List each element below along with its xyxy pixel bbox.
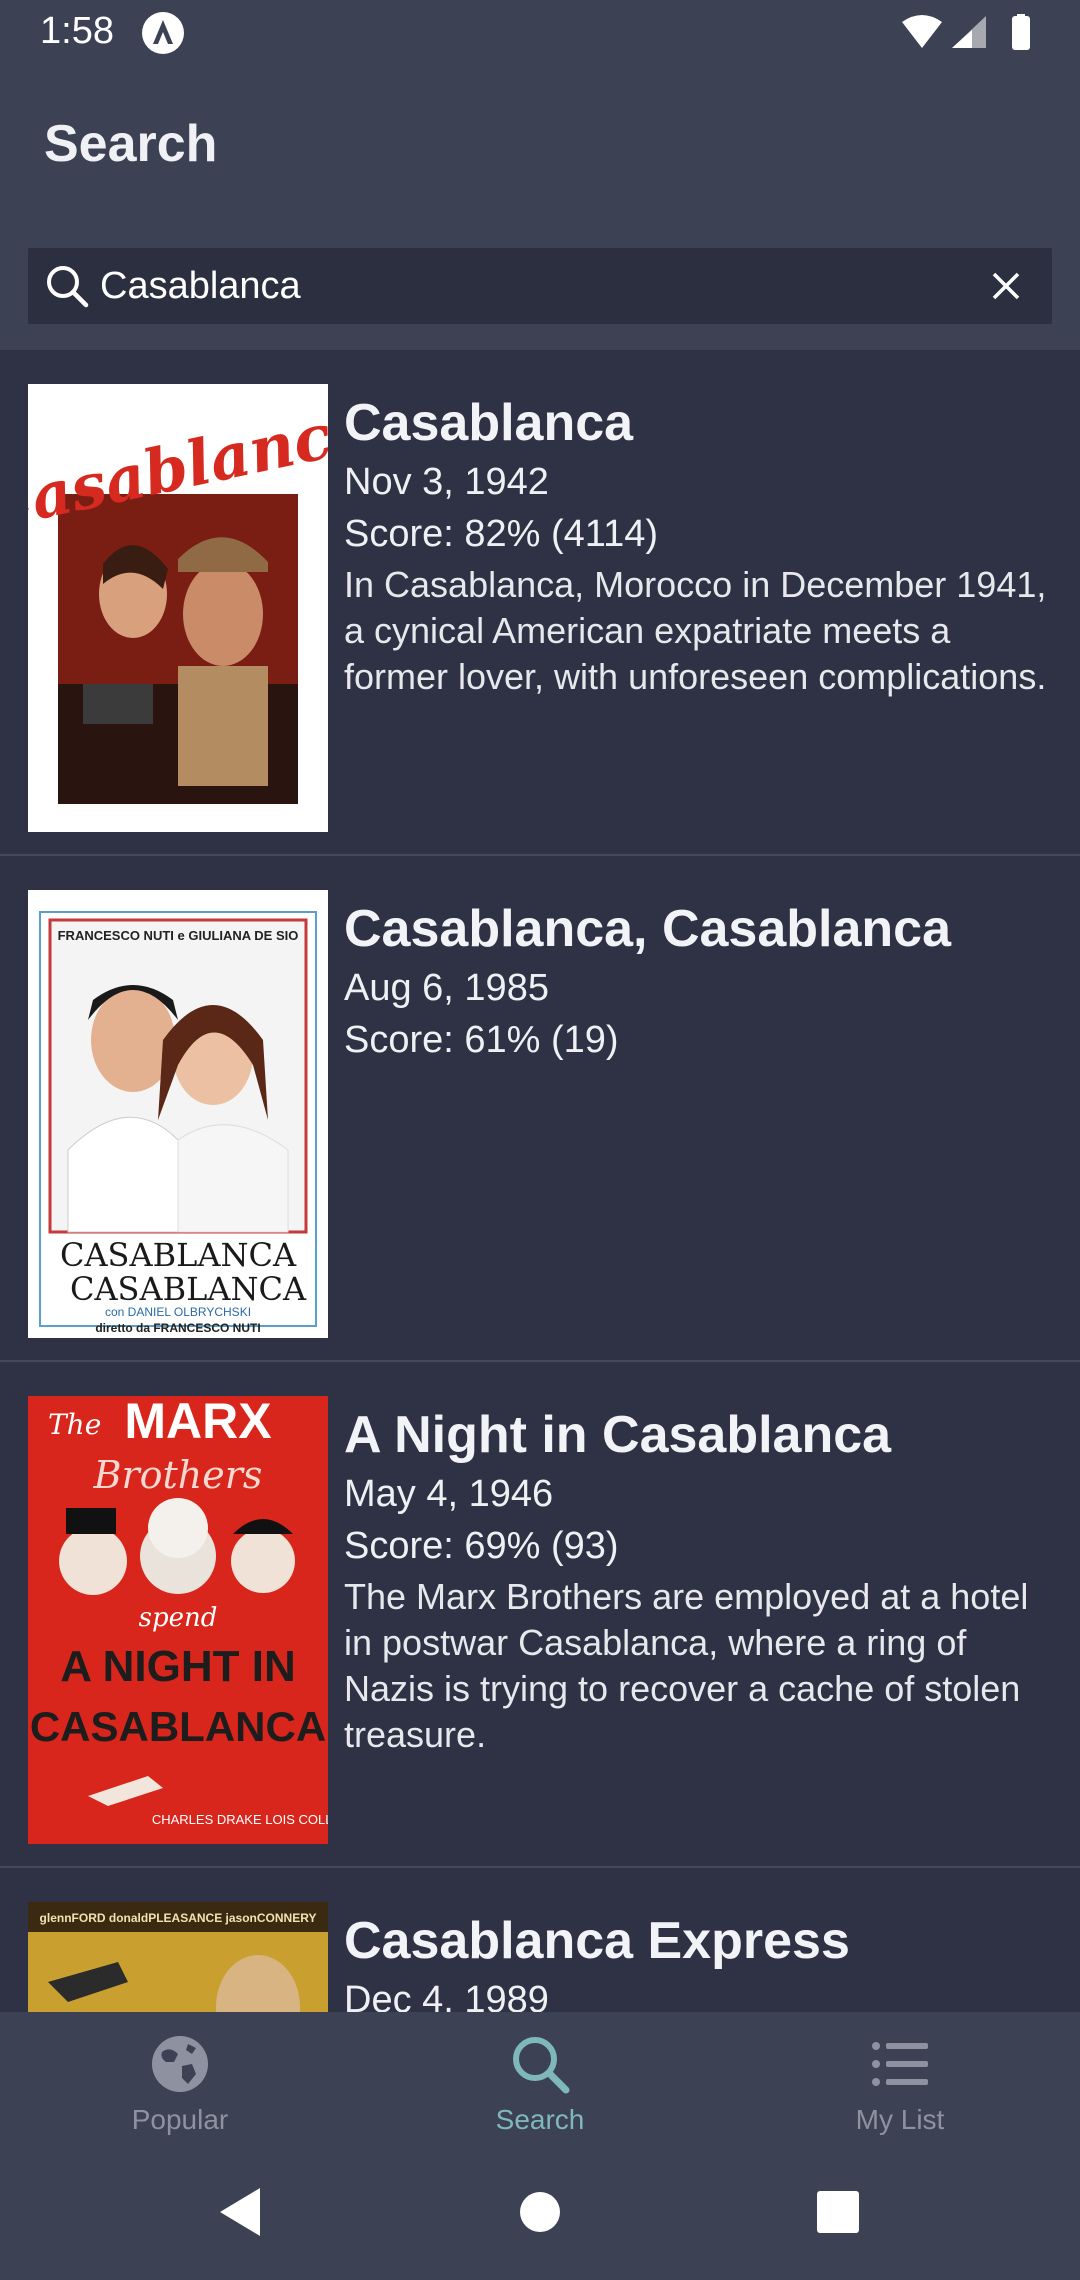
search-icon xyxy=(508,2032,572,2096)
movie-title: Casablanca xyxy=(344,394,634,452)
list-item[interactable]: FRANCESCO NUTI e GIULIANA DE SIO CASABLA… xyxy=(0,856,1080,1362)
poster-the-text: The xyxy=(48,1408,101,1441)
movie-poster: glennFORD donaldPLEASANCE jasonCONNERY xyxy=(28,1902,328,2012)
poster-line2-text: CASABLANCA xyxy=(70,1270,307,1308)
recents-icon xyxy=(817,2191,859,2233)
movie-overview: In Casablanca, Morocco in December 1941,… xyxy=(344,564,1047,697)
signal-icon xyxy=(952,16,986,48)
search-bar[interactable] xyxy=(28,248,1052,324)
list-item[interactable]: Casablanca Casablanca Nov 3, 1942 Score:… xyxy=(0,350,1080,856)
nav-my-list[interactable]: My List xyxy=(720,2012,1080,2144)
movie-info: Casablanca, Casablanca Aug 6, 1985 Score… xyxy=(344,896,1054,1066)
movie-poster: The MARX Brothers spend A NIGHT IN CASAB… xyxy=(28,1396,328,1844)
nav-label: My List xyxy=(855,2104,945,2135)
list-item[interactable]: glennFORD donaldPLEASANCE jasonCONNERY C… xyxy=(0,1868,1080,2012)
system-navigation-bar xyxy=(0,2144,1080,2280)
movie-poster: Casablanca xyxy=(28,384,328,832)
nav-label: Popular xyxy=(131,2104,229,2135)
poster-cast-text: FRANCESCO NUTI e GIULIANA DE SIO xyxy=(58,928,299,943)
movie-title: Casablanca, Casablanca xyxy=(344,900,951,958)
nav-label: Search xyxy=(495,2104,585,2135)
home-icon xyxy=(520,2192,560,2232)
globe-icon xyxy=(148,2032,212,2096)
page-title: Search xyxy=(44,115,218,173)
close-icon xyxy=(992,272,1020,300)
battery-icon xyxy=(1012,14,1030,50)
poster-credits-text: CHARLES DRAKE LOIS COLLIER xyxy=(152,1812,328,1827)
app-header: Search xyxy=(0,66,1080,350)
release-date: Nov 3, 1942 xyxy=(344,461,549,503)
search-results-list[interactable]: Casablanca Casablanca Nov 3, 1942 Score:… xyxy=(0,350,1080,2012)
recents-button[interactable] xyxy=(800,2174,876,2250)
wifi-icon xyxy=(902,15,942,48)
list-icon xyxy=(868,2032,932,2096)
search-icon xyxy=(42,261,92,311)
list-item[interactable]: The MARX Brothers spend A NIGHT IN CASAB… xyxy=(0,1362,1080,1868)
movie-info: Casablanca Express Dec 4, 1989 xyxy=(344,1908,1054,2012)
back-button[interactable] xyxy=(202,2174,278,2250)
movie-title: Casablanca Express xyxy=(344,1912,850,1970)
movie-title: A Night in Casablanca xyxy=(344,1406,892,1464)
poster-casablanca-text: CASABLANCA xyxy=(30,1703,326,1750)
poster-line1-text: CASABLANCA xyxy=(60,1236,297,1274)
movie-info: A Night in Casablanca May 4, 1946 Score:… xyxy=(344,1402,1054,1758)
poster-brothers-text: Brothers xyxy=(93,1453,263,1497)
movie-overview: The Marx Brothers are employed at a hote… xyxy=(344,1576,1029,1755)
poster-spend-text: spend xyxy=(139,1603,218,1633)
movie-score: Score: 69% (93) xyxy=(344,1525,619,1567)
movie-info: Casablanca Nov 3, 1942 Score: 82% (4114)… xyxy=(344,390,1054,700)
search-input[interactable] xyxy=(100,248,980,324)
movie-poster: FRANCESCO NUTI e GIULIANA DE SIO CASABLA… xyxy=(28,890,328,1338)
back-icon xyxy=(220,2188,260,2236)
bottom-navigation: Popular Search My List xyxy=(0,2012,1080,2144)
poster-marx-text: MARX xyxy=(124,1396,271,1449)
app-notification-icon xyxy=(142,12,184,54)
clear-search-button[interactable] xyxy=(984,264,1028,308)
status-time: 1:58 xyxy=(40,10,114,52)
status-icons xyxy=(900,14,1040,52)
poster-with-text: con DANIEL OLBRYCHSKI xyxy=(105,1305,251,1319)
nav-search[interactable]: Search xyxy=(360,2012,720,2144)
nav-popular[interactable]: Popular xyxy=(0,2012,360,2144)
status-bar: 1:58 xyxy=(0,0,1080,66)
poster-night-text: A NIGHT IN xyxy=(60,1642,295,1691)
release-date: Aug 6, 1985 xyxy=(344,967,549,1009)
movie-score: Score: 82% (4114) xyxy=(344,513,659,555)
movie-score: Score: 61% (19) xyxy=(344,1019,619,1061)
release-date: May 4, 1946 xyxy=(344,1473,554,1515)
release-date: Dec 4, 1989 xyxy=(344,1979,549,2012)
poster-cast-text: glennFORD donaldPLEASANCE jasonCONNERY xyxy=(40,1911,317,1925)
poster-director-text: diretto da FRANCESCO NUTI xyxy=(95,1321,260,1335)
home-button[interactable] xyxy=(502,2174,578,2250)
